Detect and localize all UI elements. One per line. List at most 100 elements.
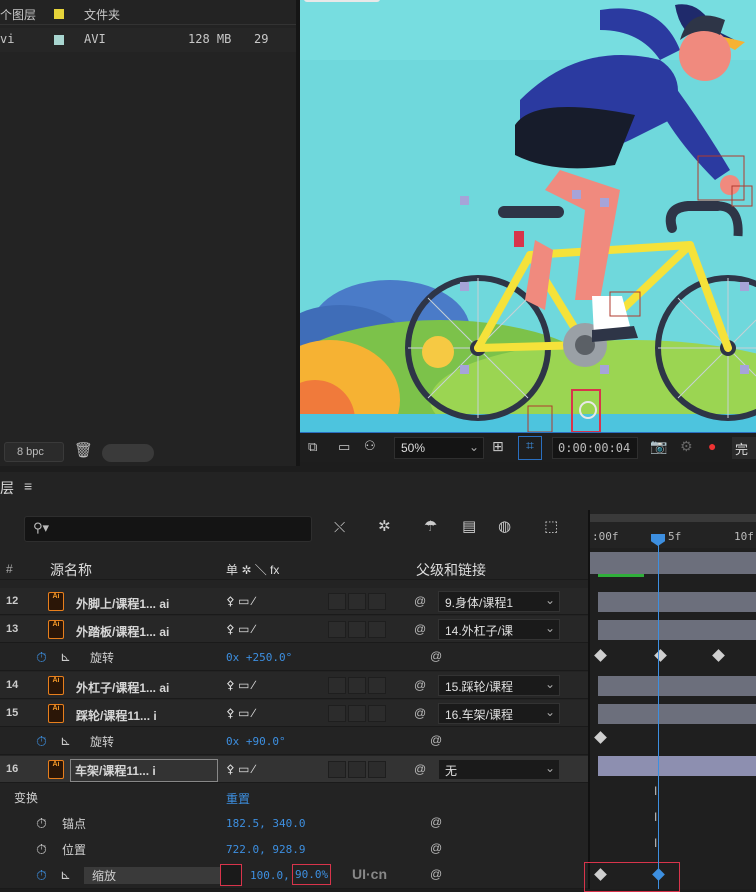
layer-bar[interactable]	[590, 552, 756, 574]
col-parent[interactable]: 父级和链接	[416, 560, 486, 580]
stopwatch-icon[interactable]: ⏱	[36, 733, 47, 750]
zoom-dropdown[interactable]: 50% ⌄	[394, 437, 484, 459]
switch-icons[interactable]: ⚴ ▭ ∕	[226, 678, 255, 692]
switch-box[interactable]	[328, 677, 346, 694]
playhead-line[interactable]	[658, 534, 659, 889]
grid-icon[interactable]: ⊞	[492, 438, 504, 455]
region-icon[interactable]: ⌗	[518, 436, 542, 460]
resolution-button[interactable]: 完	[732, 437, 756, 459]
stopwatch-icon[interactable]: ⏱	[36, 649, 47, 666]
parent-dropdown[interactable]: 无 ⌄	[438, 759, 560, 780]
mask-icon[interactable]: ⚇	[364, 438, 376, 454]
switch-box[interactable]	[328, 761, 346, 778]
switch-box[interactable]	[348, 761, 366, 778]
link-toggle[interactable]	[220, 864, 242, 886]
project-row[interactable]: vi AVI 128 MB 29	[0, 28, 296, 52]
layer-name[interactable]: 车架/课程11... i	[70, 759, 218, 782]
layer-row[interactable]: 12 Ai 外脚上/课程1... ai ⚴ ▭ ∕ @ 9.身体/课程1 ⌄	[0, 588, 588, 615]
switch-box[interactable]	[348, 621, 366, 638]
composition-viewer[interactable]	[300, 0, 756, 432]
property-value[interactable]: 722.0, 928.9	[226, 843, 305, 856]
keyframe-diamond[interactable]	[712, 649, 725, 662]
layer-bar[interactable]	[598, 620, 756, 640]
parent-dropdown[interactable]: 14.外杠子/课 ⌄	[438, 619, 560, 640]
camera-icon[interactable]: 📷	[650, 438, 667, 455]
monitor-icon[interactable]: ▭	[338, 439, 350, 455]
property-value[interactable]: 182.5, 340.0	[226, 817, 305, 830]
expression-icon[interactable]: @	[430, 867, 442, 881]
layer-bar[interactable]	[598, 676, 756, 696]
stopwatch-icon[interactable]: ⏱	[36, 841, 47, 858]
property-row[interactable]: ⏱ 锚点 182.5, 340.0 @	[0, 810, 588, 837]
property-value-highlight[interactable]: 90.0%	[292, 864, 332, 885]
graph-icon[interactable]: ⊾	[60, 649, 71, 665]
property-row[interactable]: ⏱ 位置 722.0, 928.9 @	[0, 836, 588, 863]
timecode-display[interactable]: 0:00:00:04	[552, 437, 638, 459]
expression-icon[interactable]: @	[430, 649, 442, 663]
work-area-bar[interactable]	[590, 514, 756, 522]
stopwatch-icon[interactable]: ⏱	[36, 815, 47, 832]
layer-name[interactable]: 外踏板/课程1... ai	[76, 623, 169, 640]
expression-icon[interactable]: @	[430, 841, 442, 855]
timeline-tracks[interactable]: I I I	[584, 548, 756, 892]
graph-icon[interactable]: ⊾	[60, 867, 71, 883]
draft-3d-icon[interactable]: ✲	[378, 517, 391, 535]
parent-dropdown[interactable]: 9.身体/课程1 ⌄	[438, 591, 560, 612]
project-row[interactable]: 个图层 文件夹	[0, 2, 296, 26]
layer-bar-selected[interactable]	[598, 756, 756, 776]
keyframe-diamond[interactable]	[594, 731, 607, 744]
graph-editor-icon[interactable]: ⬚	[544, 517, 558, 535]
layer-bar[interactable]	[598, 704, 756, 724]
menu-icon[interactable]: ≡	[24, 478, 32, 494]
switch-icons[interactable]: ⚴ ▭ ∕	[226, 594, 255, 608]
time-ruler[interactable]: :00f 5f 10f	[590, 512, 756, 548]
motion-blur-icon[interactable]: ◍	[498, 517, 511, 535]
expression-icon[interactable]: @	[430, 733, 442, 747]
switch-box[interactable]	[328, 621, 346, 638]
property-row[interactable]: ⏱ ⊾ 旋转 0x +250.0° @	[0, 644, 588, 671]
layer-row[interactable]: 15 Ai 踩轮/课程11... i ⚴ ▭ ∕ @ 16.车架/课程 ⌄	[0, 700, 588, 727]
switch-box[interactable]	[368, 593, 386, 610]
switch-icons[interactable]: ⚴ ▭ ∕	[226, 622, 255, 636]
property-value[interactable]: 0x +90.0°	[226, 735, 286, 748]
snapshot-icon[interactable]: ⧉	[308, 439, 317, 455]
transform-group-row[interactable]: 变换 重置	[0, 784, 588, 811]
expression-icon[interactable]: @	[430, 815, 442, 829]
pickwhip-icon[interactable]: @	[414, 762, 426, 776]
pickwhip-icon[interactable]: @	[414, 622, 426, 636]
switch-box[interactable]	[368, 621, 386, 638]
layer-bar[interactable]	[598, 592, 756, 612]
layer-row[interactable]: 14 Ai 外杠子/课程1... ai ⚴ ▭ ∕ @ 15.踩轮/课程 ⌄	[0, 672, 588, 699]
channel-icon[interactable]: ⚙	[680, 438, 693, 455]
switch-box[interactable]	[368, 677, 386, 694]
composition-flowchart-icon[interactable]: ⤬	[334, 519, 345, 536]
shy-icon[interactable]: ☂	[424, 517, 437, 535]
layer-row[interactable]: 13 Ai 外踏板/课程1... ai ⚴ ▭ ∕ @ 14.外杠子/课 ⌄	[0, 616, 588, 643]
switch-box[interactable]	[328, 705, 346, 722]
layer-row-selected[interactable]: 16 Ai 车架/课程11... i ⚴ ▭ ∕ @ 无 ⌄	[0, 756, 588, 783]
switch-box[interactable]	[328, 593, 346, 610]
parent-dropdown[interactable]: 16.车架/课程 ⌄	[438, 703, 560, 724]
reset-link[interactable]: 重置	[226, 790, 250, 807]
property-row[interactable]: ⏱ ⊾ 旋转 0x +90.0° @	[0, 728, 588, 755]
col-source-name[interactable]: 源名称	[50, 560, 92, 580]
frame-blend-icon[interactable]: ▤	[462, 517, 476, 535]
pickwhip-icon[interactable]: @	[414, 594, 426, 608]
switch-icons[interactable]: ⚴ ▭ ∕	[226, 762, 255, 776]
trash-icon[interactable]: 🗑	[74, 441, 93, 459]
property-value[interactable]: 100.0,	[250, 869, 290, 882]
switch-icons[interactable]: ⚴ ▭ ∕	[226, 706, 255, 720]
switch-box[interactable]	[368, 705, 386, 722]
search-input[interactable]: ⚲▾	[24, 516, 312, 542]
pickwhip-icon[interactable]: @	[414, 678, 426, 692]
property-row[interactable]: ⏱ ⊾ 缩放 100.0, 90.0% UI·cn @	[0, 862, 588, 889]
parent-dropdown[interactable]: 15.踩轮/课程 ⌄	[438, 675, 560, 696]
graph-icon[interactable]: ⊾	[60, 733, 71, 749]
switch-box[interactable]	[348, 677, 366, 694]
switch-box[interactable]	[348, 593, 366, 610]
layer-name[interactable]: 踩轮/课程11... i	[76, 707, 157, 724]
layer-name[interactable]: 外脚上/课程1... ai	[76, 595, 169, 612]
stopwatch-icon[interactable]: ⏱	[36, 867, 47, 884]
pickwhip-icon[interactable]: @	[414, 706, 426, 720]
switch-box[interactable]	[368, 761, 386, 778]
